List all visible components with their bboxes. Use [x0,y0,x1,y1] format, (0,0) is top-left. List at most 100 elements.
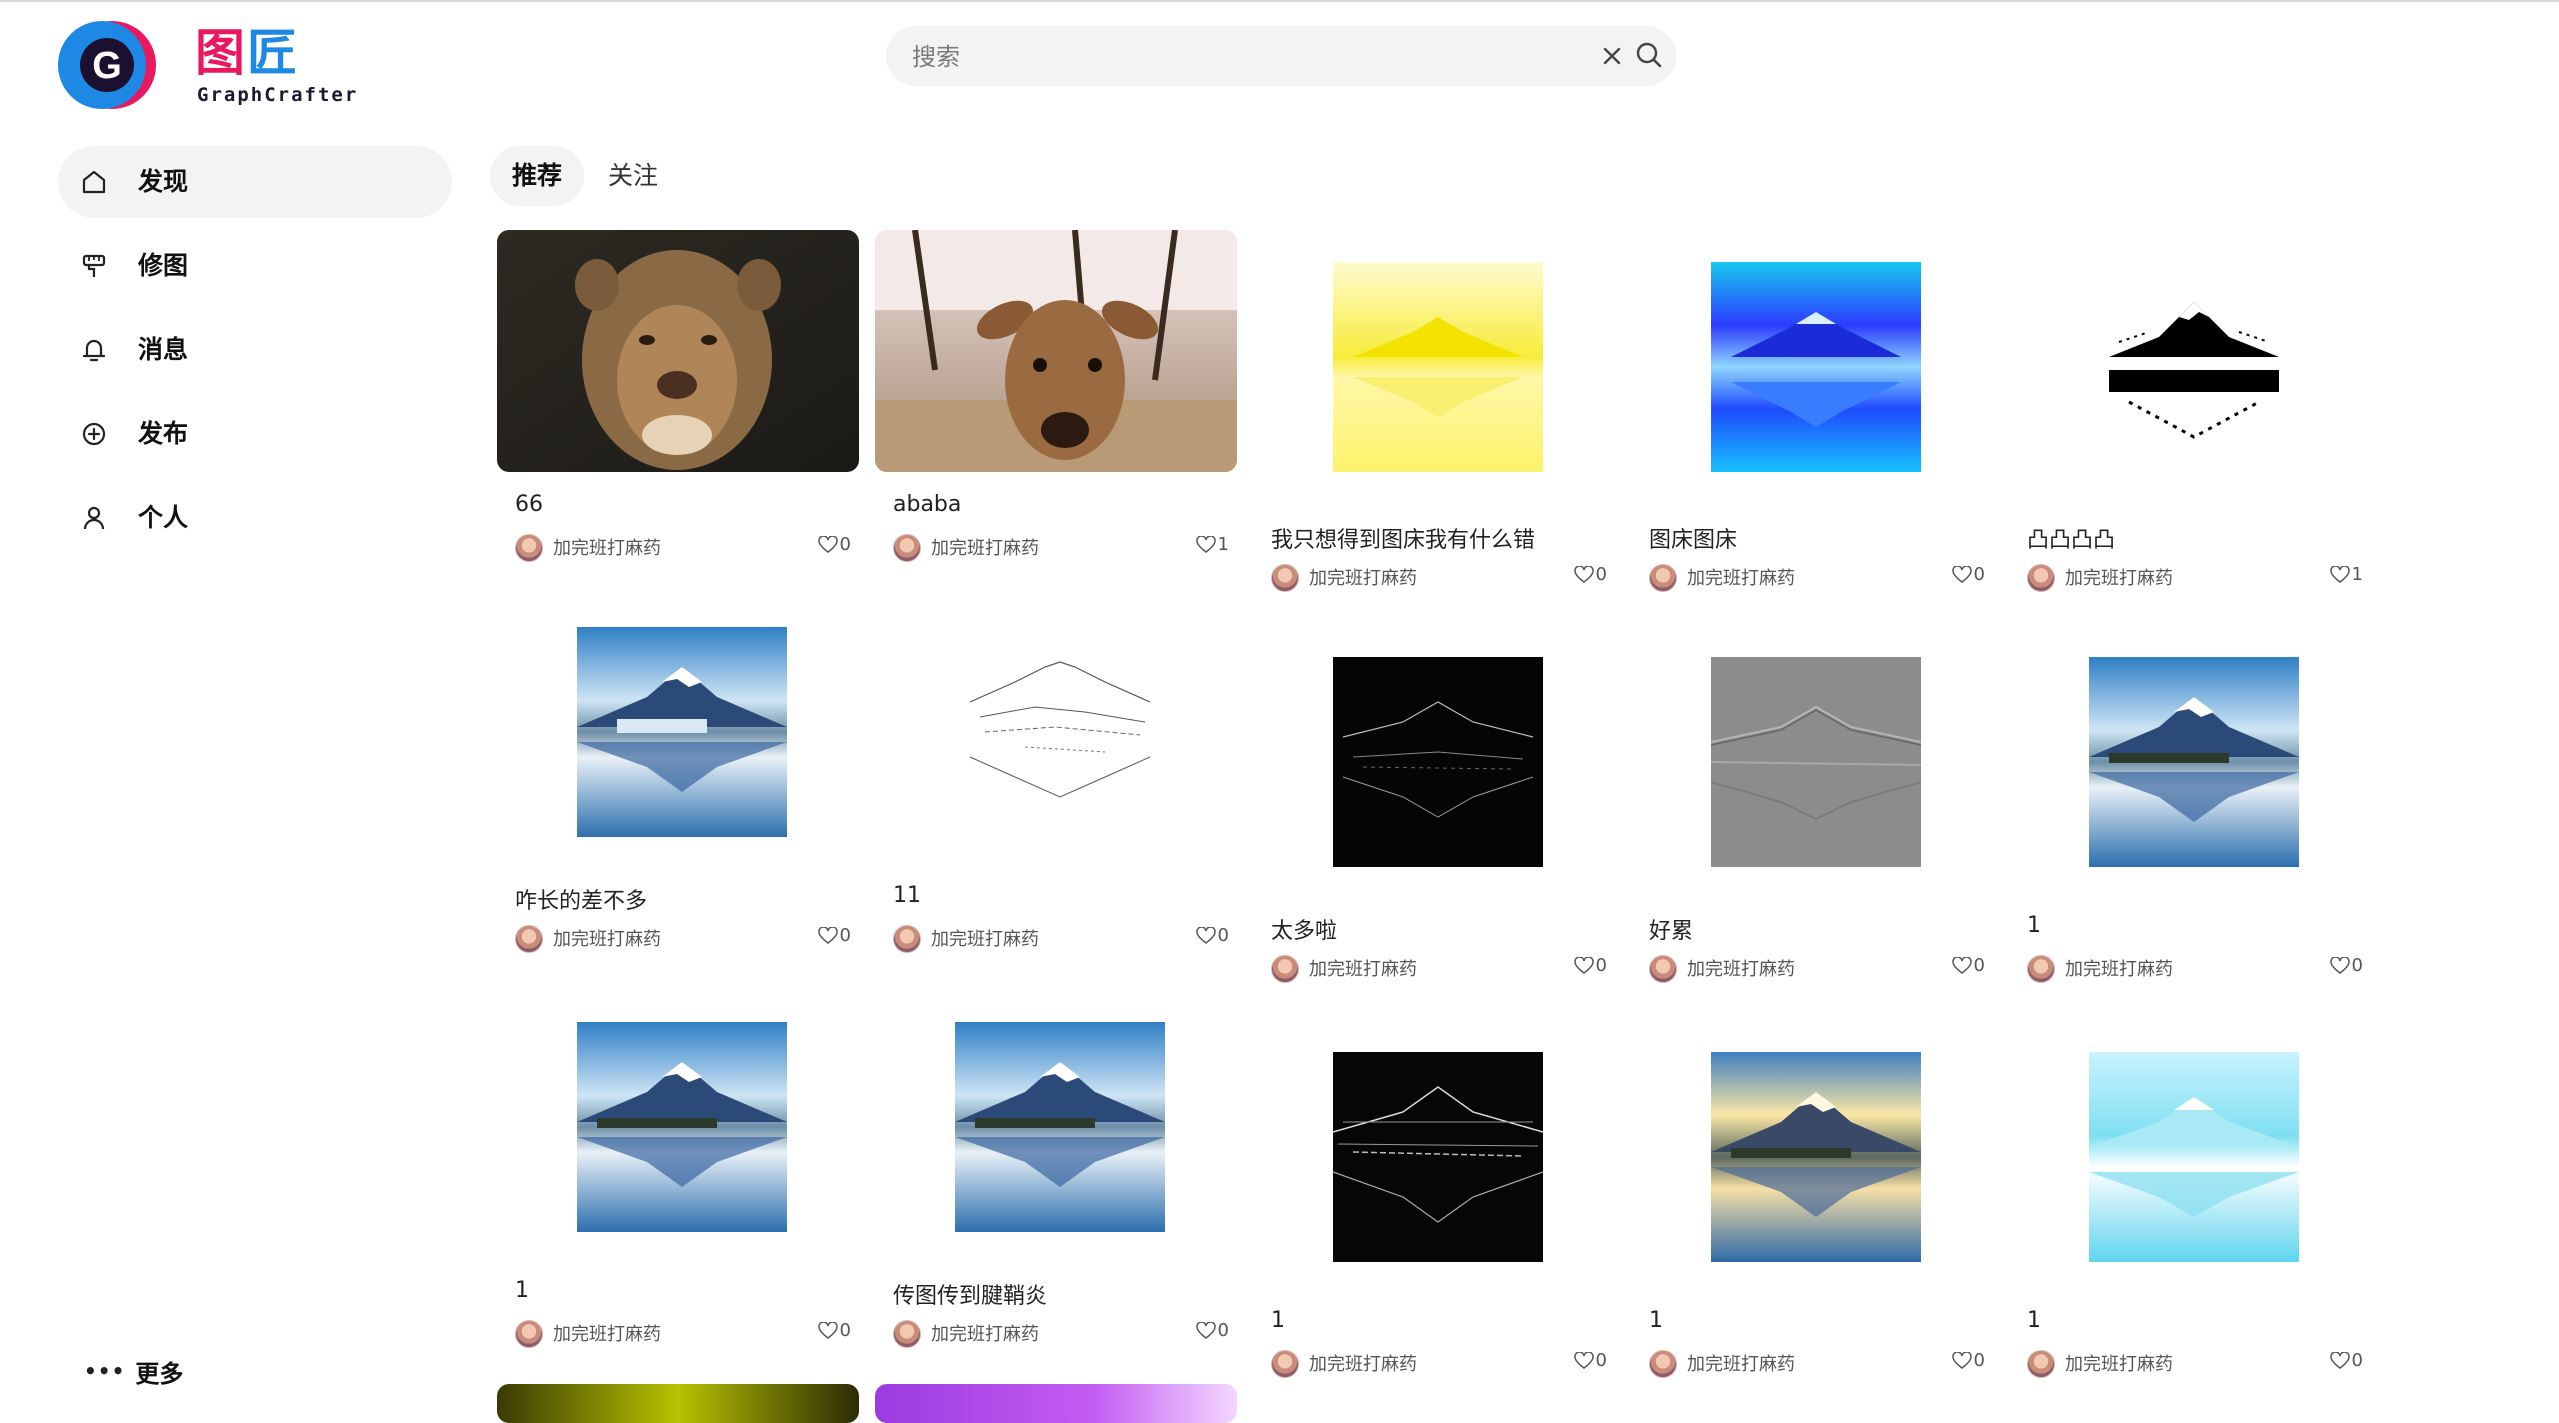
author-name[interactable]: 加完班打麻药 [553,1320,661,1346]
post-title[interactable]: 66 [515,492,543,517]
author-name[interactable]: 加完班打麻药 [931,534,1039,560]
like-button[interactable]: 0 [817,534,851,555]
post-image[interactable] [955,627,1165,837]
more-button[interactable]: ••• 更多 [84,1348,183,1394]
avatar[interactable] [893,925,921,953]
heart-icon [1951,956,1972,974]
search-icon[interactable] [1632,38,1666,72]
avatar[interactable] [1271,564,1299,592]
logo-icon[interactable]: G [58,20,169,111]
like-button[interactable]: 0 [1195,1320,1229,1341]
avatar[interactable] [515,925,543,953]
post-image[interactable] [1333,1052,1543,1262]
like-button[interactable]: 0 [2329,1350,2363,1371]
post-title[interactable]: ababa [893,492,961,517]
avatar[interactable] [515,1320,543,1348]
author-name[interactable]: 加完班打麻药 [931,1320,1039,1346]
like-button[interactable]: 0 [2329,955,2363,976]
heart-icon [1195,1321,1216,1339]
avatar[interactable] [1271,1350,1299,1378]
avatar[interactable] [515,534,543,562]
post-title[interactable]: 凸凸凸凸 [2027,522,2115,554]
author-name[interactable]: 加完班打麻药 [2065,564,2173,590]
author-name[interactable]: 加完班打麻药 [2065,1350,2173,1376]
like-button[interactable]: 0 [1573,564,1607,585]
tab-following[interactable]: 关注 [586,146,680,206]
post-title[interactable]: 好累 [1649,913,1693,945]
sidebar-item-publish[interactable]: 发布 [58,398,452,470]
user-icon [83,506,105,530]
post-title[interactable]: 咋长的差不多 [515,883,647,915]
post-image[interactable] [1711,1052,1921,1262]
post-image[interactable] [2089,657,2299,867]
sidebar-item-messages[interactable]: 消息 [58,314,452,386]
avatar[interactable] [1649,955,1677,983]
post-title[interactable]: 太多啦 [1271,913,1337,945]
avatar[interactable] [2027,955,2055,983]
post-meta: 加完班打麻药 0 [1271,1348,1607,1378]
like-count: 0 [1973,955,1985,976]
post-title[interactable]: 传图传到腱鞘炎 [893,1278,1047,1310]
post-image[interactable] [955,1022,1165,1232]
heart-icon [1951,565,1972,583]
avatar[interactable] [2027,1350,2055,1378]
heart-icon [2329,1351,2350,1369]
author-name[interactable]: 加完班打麻药 [931,925,1039,951]
like-button[interactable]: 1 [1195,534,1229,555]
avatar[interactable] [1271,955,1299,983]
post-title[interactable]: 图床图床 [1649,522,1737,554]
avatar[interactable] [1649,1350,1677,1378]
avatar[interactable] [2027,564,2055,592]
post-title[interactable]: 1 [2027,913,2041,938]
post-image[interactable] [577,627,787,837]
author-name[interactable]: 加完班打麻药 [1687,955,1795,981]
like-button[interactable]: 0 [817,925,851,946]
like-button[interactable]: 0 [1573,955,1607,976]
post-title[interactable]: 我只想得到图床我有什么错 [1271,522,1535,554]
like-button[interactable]: 0 [817,1320,851,1341]
post-image[interactable] [497,230,859,472]
like-count: 0 [1595,564,1607,585]
sidebar-item-edit[interactable]: 修图 [58,230,452,302]
avatar[interactable] [893,534,921,562]
post-title[interactable]: 11 [893,883,921,908]
post-image[interactable] [2089,262,2299,472]
clear-icon[interactable] [1596,40,1628,72]
author-name[interactable]: 加完班打麻药 [1309,1350,1417,1376]
post-image[interactable] [1711,262,1921,472]
author-name[interactable]: 加完班打麻药 [1687,564,1795,590]
avatar[interactable] [1649,564,1677,592]
avatar[interactable] [893,1320,921,1348]
author-name[interactable]: 加完班打麻药 [1309,955,1417,981]
post-image[interactable] [1333,262,1543,472]
tab-recommend[interactable]: 推荐 [490,146,585,206]
author-name[interactable]: 加完班打麻药 [1687,1350,1795,1376]
like-button[interactable]: 0 [1951,955,1985,976]
author-name[interactable]: 加完班打麻药 [1309,564,1417,590]
post-title[interactable]: 1 [515,1278,529,1303]
post-meta: 加完班打麻药 0 [893,1318,1229,1348]
author-name[interactable]: 加完班打麻药 [553,925,661,951]
author-name[interactable]: 加完班打麻药 [553,534,661,560]
post-title[interactable]: 1 [1271,1308,1285,1333]
search-input[interactable] [910,26,1574,88]
post-image[interactable] [577,1022,787,1232]
post-image[interactable] [2089,1052,2299,1262]
like-button[interactable]: 0 [1951,1350,1985,1371]
post-title[interactable]: 1 [1649,1308,1663,1333]
post-image[interactable] [875,230,1237,472]
post-image[interactable] [1333,657,1543,867]
like-button[interactable]: 0 [1195,925,1229,946]
sidebar-item-discover[interactable]: 发现 [58,146,452,218]
post-image[interactable] [1711,657,1921,867]
sidebar-item-profile[interactable]: 个人 [58,482,452,554]
post-image[interactable] [875,1384,1237,1423]
post-meta: 加完班打麻药 0 [1649,953,1985,983]
like-button[interactable]: 0 [1573,1350,1607,1371]
like-button[interactable]: 0 [1951,564,1985,585]
like-count: 0 [1595,955,1607,976]
author-name[interactable]: 加完班打麻药 [2065,955,2173,981]
post-title[interactable]: 1 [2027,1308,2041,1333]
post-image[interactable] [497,1384,859,1423]
like-button[interactable]: 1 [2329,564,2363,585]
